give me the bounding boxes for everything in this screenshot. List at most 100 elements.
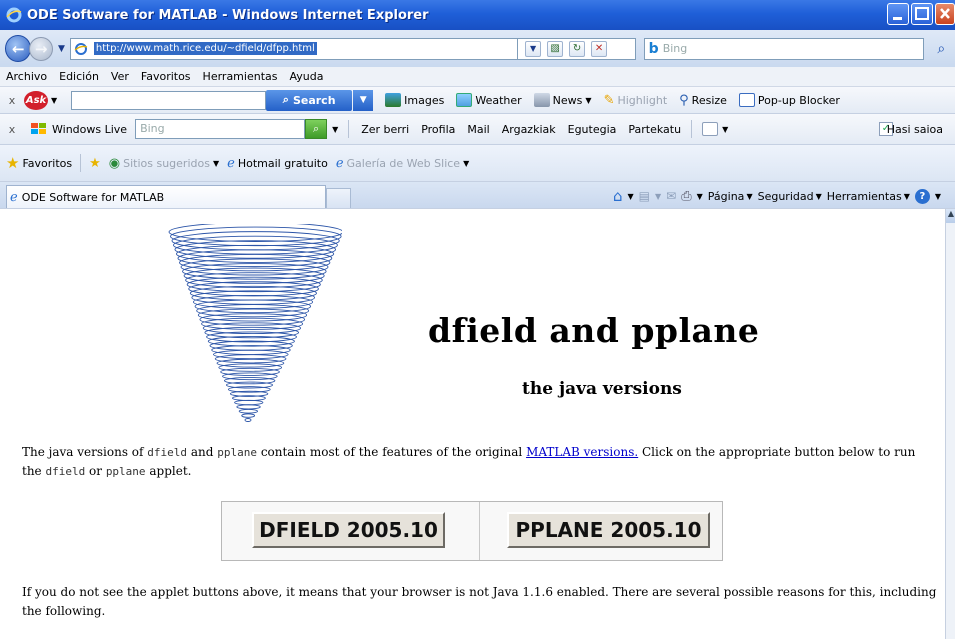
favorites-button[interactable]: Favoritos	[22, 157, 72, 170]
vertical-scrollbar[interactable]: ▲	[945, 209, 955, 639]
new-tab-button[interactable]	[326, 188, 351, 208]
separator	[348, 120, 350, 138]
code-dfield: dfield	[45, 465, 86, 478]
close-toolbar-icon[interactable]: x	[0, 123, 24, 136]
live-link-argazkiak[interactable]: Argazkiak	[502, 123, 556, 136]
web-slice-gallery-link[interactable]: Galería de Web Slice	[347, 157, 461, 170]
security-menu[interactable]: Seguridad ▼	[758, 190, 822, 203]
highlight-label: Highlight	[617, 93, 668, 107]
live-link-mail[interactable]: Mail	[467, 123, 489, 136]
ask-search-input[interactable]	[71, 90, 267, 110]
add-favorite-icon[interactable]: ★	[89, 156, 101, 171]
search-icon[interactable]: ⌕	[928, 38, 955, 60]
images-icon	[385, 93, 402, 107]
live-link-egutegia[interactable]: Egutegia	[568, 123, 617, 136]
close-toolbar-icon[interactable]: x	[0, 94, 24, 107]
page-heading: dfield and pplane	[428, 311, 760, 350]
help-icon[interactable]: ?	[914, 188, 930, 204]
feeds-icon[interactable]: ▤	[639, 189, 650, 203]
chevron-down-icon[interactable]: ▼	[722, 125, 728, 134]
ie-page-icon: ℯ	[335, 155, 344, 171]
magnifier-icon: ⚲	[679, 92, 689, 108]
page-subheading: the java versions	[522, 379, 682, 399]
resize-label: Resize	[691, 93, 727, 107]
compatibility-view-icon[interactable]: ▧	[547, 40, 564, 57]
spiral-ring	[238, 408, 259, 414]
chevron-down-icon[interactable]: ▼	[697, 192, 703, 201]
separator	[691, 120, 693, 138]
search-field[interactable]: b Bing	[643, 37, 924, 60]
menu-bar: Archivo Edición Ver Favoritos Herramient…	[0, 67, 955, 87]
history-dropdown-icon[interactable]: ▼	[58, 44, 65, 54]
scroll-up-icon[interactable]: ▲	[946, 209, 955, 223]
news-icon	[533, 93, 550, 107]
menu-herramientas[interactable]: Herramientas	[203, 70, 278, 83]
tab-ode-software[interactable]: ℯ ODE Software for MATLAB	[6, 185, 326, 208]
search-options-dropdown[interactable]: ▼	[353, 89, 374, 111]
text-run: The java versions of	[22, 445, 148, 459]
address-bar[interactable]: http://www.math.rice.edu/~dfield/dfpp.ht…	[69, 37, 519, 60]
chevron-down-icon[interactable]: ▼	[463, 159, 469, 168]
home-icon[interactable]: ⌂	[613, 187, 623, 205]
address-dropdown-icon[interactable]: ▼	[525, 40, 542, 57]
page-menu[interactable]: Página ▼	[708, 190, 753, 203]
print-icon[interactable]: ⎙	[681, 189, 691, 204]
minimize-button[interactable]	[887, 3, 909, 25]
resize-button[interactable]: ⚲ Resize	[679, 93, 727, 108]
window-title: ODE Software for MATLAB - Windows Intern…	[27, 7, 429, 23]
hotmail-link[interactable]: Hotmail gratuito	[238, 157, 328, 170]
refresh-icon[interactable]: ↻	[569, 40, 586, 57]
close-button[interactable]	[935, 3, 955, 25]
menu-archivo[interactable]: Archivo	[6, 70, 47, 83]
weather-label: Weather	[475, 93, 522, 107]
ask-search-button[interactable]: ⌕ Search	[266, 89, 353, 111]
live-link-zer-berri[interactable]: Zer berri	[361, 123, 409, 136]
ask-logo-icon[interactable]: Ask	[24, 90, 48, 110]
pplane-applet-button[interactable]: PPLANE 2005.10	[507, 512, 710, 548]
maximize-button[interactable]	[911, 3, 933, 25]
chevron-down-icon: ▼	[585, 95, 592, 105]
images-button[interactable]: Images	[385, 93, 444, 107]
url-text[interactable]: http://www.math.rice.edu/~dfield/dfpp.ht…	[93, 42, 317, 55]
dfield-applet-button[interactable]: DFIELD 2005.10	[252, 512, 445, 548]
ie-page-icon: ℯ	[10, 189, 18, 205]
chevron-down-icon[interactable]: ▼	[935, 192, 941, 201]
java-notice-paragraph: If you do not see the applet buttons abo…	[22, 585, 937, 618]
menu-edicion[interactable]: Edición	[59, 70, 99, 83]
chevron-down-icon: ▼	[903, 191, 910, 201]
back-button[interactable]: ←	[5, 35, 32, 62]
menu-ver[interactable]: Ver	[111, 70, 129, 83]
chevron-down-icon[interactable]: ▼	[51, 96, 57, 105]
live-link-partekatu[interactable]: Partekatu	[628, 123, 681, 136]
live-search-button[interactable]: ⌕	[305, 119, 328, 139]
menu-ayuda[interactable]: Ayuda	[289, 70, 323, 83]
news-label: News	[552, 93, 583, 107]
windows-live-logo-icon	[31, 123, 46, 134]
matlab-versions-link[interactable]: MATLAB versions.	[526, 445, 638, 459]
live-search-input[interactable]: Bing	[135, 119, 306, 139]
chevron-down-icon[interactable]: ▼	[655, 192, 661, 201]
read-mail-icon[interactable]: ✉	[666, 189, 676, 203]
popup-blocker-button[interactable]: Pop-up Blocker	[738, 93, 840, 107]
popup-blocker-label: Pop-up Blocker	[757, 93, 840, 107]
forward-button[interactable]: →	[29, 36, 53, 61]
tools-menu-label: Herramientas	[826, 189, 902, 203]
highlight-button[interactable]: ✎ Highlight	[604, 93, 668, 108]
search-icon: ⌕	[282, 93, 289, 106]
highlighter-icon: ✎	[603, 92, 615, 108]
chevron-down-icon[interactable]: ▼	[628, 192, 634, 201]
menu-favoritos[interactable]: Favoritos	[141, 70, 191, 83]
tools-menu[interactable]: Herramientas ▼	[827, 190, 910, 203]
windows-live-label[interactable]: Windows Live	[52, 123, 127, 136]
suggested-sites-link[interactable]: Sitios sugeridos	[123, 157, 210, 170]
chevron-down-icon[interactable]: ▼	[213, 159, 219, 168]
chevron-down-icon[interactable]: ▼	[332, 125, 338, 134]
chevron-down-icon: ▼	[746, 191, 753, 201]
signin-link[interactable]: Hasi saioa	[887, 123, 943, 136]
live-link-profila[interactable]: Profila	[421, 123, 455, 136]
stop-icon[interactable]: ✕	[591, 40, 608, 57]
toolbar-menu-icon[interactable]	[702, 122, 719, 136]
news-button[interactable]: News ▼	[533, 93, 592, 107]
search-placeholder: Bing	[662, 42, 688, 55]
weather-button[interactable]: Weather	[456, 93, 522, 107]
